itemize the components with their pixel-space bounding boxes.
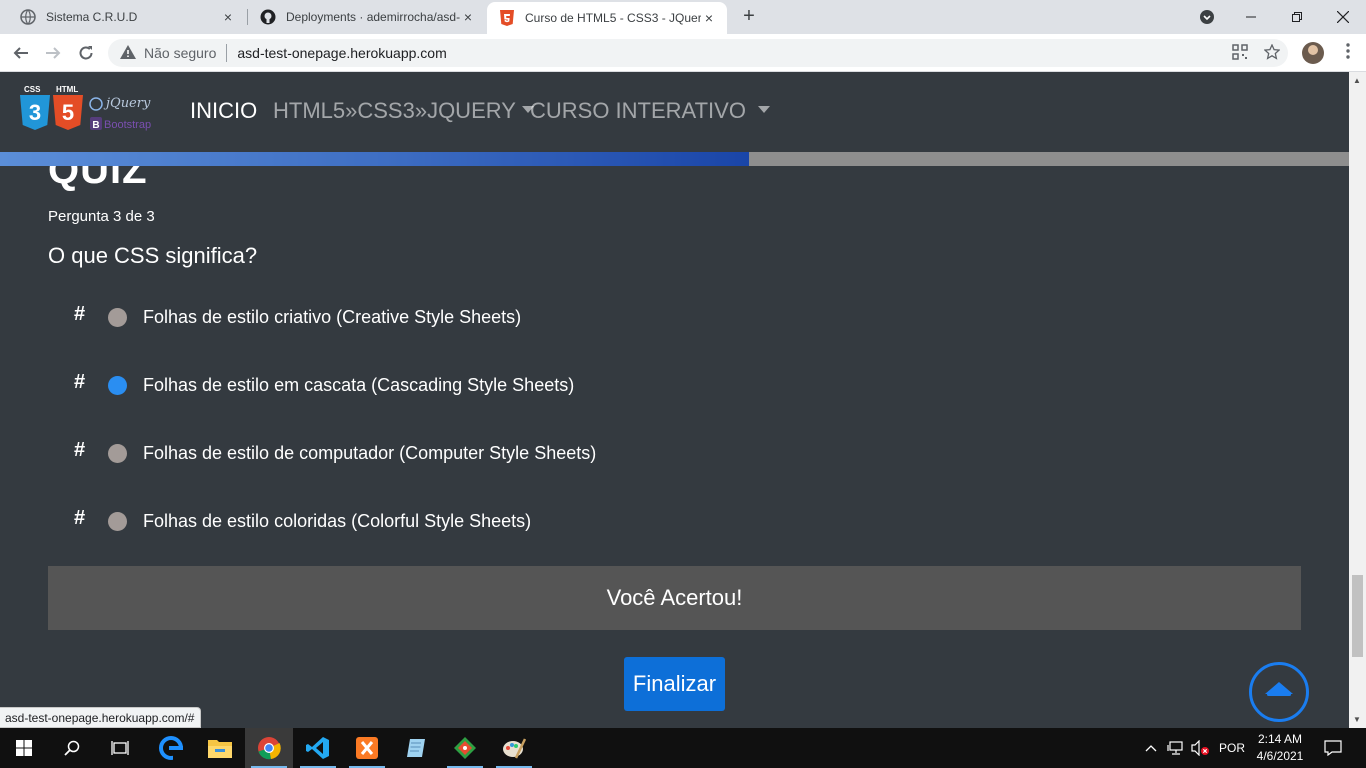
- browser-tab-bar: Sistema C.R.U.D × Deployments · ademirro…: [0, 0, 1366, 34]
- network-icon[interactable]: [1167, 728, 1185, 768]
- answer-option[interactable]: # Folhas de estilo em cascata (Cascading…: [74, 370, 574, 398]
- task-view-icon[interactable]: [96, 728, 144, 768]
- reload-button[interactable]: [75, 42, 97, 64]
- file-explorer-icon[interactable]: [196, 728, 244, 768]
- arrow-up-underline: [1267, 693, 1291, 696]
- system-clock[interactable]: 2:14 AM 4/6/2021: [1252, 731, 1308, 765]
- option-label[interactable]: Folhas de estilo coloridas (Colorful Sty…: [143, 511, 531, 532]
- svg-text:3: 3: [29, 100, 41, 125]
- windows-start-icon[interactable]: [0, 728, 48, 768]
- finish-button[interactable]: Finalizar: [624, 657, 725, 711]
- radio-button-selected[interactable]: [108, 375, 127, 395]
- nav-item-curso-interativo[interactable]: CURSO INTERATIVO: [530, 98, 770, 124]
- answer-option[interactable]: # Folhas de estilo de computador (Comput…: [74, 438, 596, 466]
- status-bar-url: asd-test-onepage.herokuapp.com/#: [0, 707, 202, 728]
- new-tab-button[interactable]: +: [738, 6, 760, 28]
- profile-avatar[interactable]: [1302, 42, 1324, 64]
- option-marker: #: [74, 506, 86, 529]
- bookmark-star-icon[interactable]: [1263, 43, 1281, 62]
- forward-button[interactable]: [42, 42, 64, 64]
- caret-down-icon: [757, 105, 770, 113]
- option-marker: #: [74, 370, 86, 393]
- svg-text:5: 5: [62, 100, 74, 125]
- radio-button[interactable]: [108, 511, 127, 531]
- warning-icon[interactable]: [120, 44, 136, 62]
- radio-button[interactable]: [108, 443, 127, 463]
- tab-sistema-crud[interactable]: Sistema C.R.U.D ×: [8, 0, 246, 34]
- option-label[interactable]: Folhas de estilo criativo (Creative Styl…: [143, 307, 521, 328]
- tab-title: Curso de HTML5 - CSS3 - JQuery: [525, 11, 701, 25]
- edge-icon[interactable]: [147, 728, 195, 768]
- logo-css-text: CSS: [24, 85, 41, 94]
- notification-center-icon[interactable]: [1324, 728, 1342, 768]
- paint-icon[interactable]: [490, 728, 538, 768]
- answer-option[interactable]: # Folhas de estilo criativo (Creative St…: [74, 302, 521, 330]
- option-marker: #: [74, 438, 86, 461]
- web-page: QUIZ CSS HTML 3 5 jQuery B Bootstrap INI…: [0, 72, 1349, 728]
- restore-button[interactable]: [1274, 0, 1320, 34]
- xampp-icon[interactable]: [343, 728, 391, 768]
- back-button[interactable]: [10, 42, 32, 64]
- tab-search-button[interactable]: [1184, 0, 1230, 34]
- vscode-icon[interactable]: [294, 728, 342, 768]
- input-language[interactable]: POR: [1219, 728, 1245, 768]
- logo-html-text: HTML: [56, 85, 78, 94]
- menu-kebab-icon[interactable]: [1338, 43, 1358, 63]
- close-tab-icon[interactable]: ×: [220, 9, 236, 25]
- close-tab-icon[interactable]: ×: [460, 9, 476, 25]
- clock-time: 2:14 AM: [1257, 732, 1303, 746]
- tab-curso-html5[interactable]: Curso de HTML5 - CSS3 - JQuery ×: [487, 2, 727, 34]
- nav-item-label: CURSO INTERATIVO: [530, 98, 746, 123]
- answer-option[interactable]: # Folhas de estilo coloridas (Colorful S…: [74, 506, 531, 534]
- git-icon[interactable]: [441, 728, 489, 768]
- quiz-progress-bar: [0, 152, 1349, 166]
- scroll-up-arrow-icon[interactable]: ▲: [1353, 76, 1361, 85]
- notepad-icon[interactable]: [392, 728, 440, 768]
- search-icon[interactable]: [48, 728, 96, 768]
- scroll-down-arrow-icon[interactable]: ▼: [1353, 715, 1361, 724]
- jquery-swirl-icon: [89, 97, 103, 111]
- address-toolbar: Não seguro asd-test-onepage.herokuapp.co…: [0, 34, 1366, 72]
- radio-button[interactable]: [108, 307, 127, 327]
- question-text: O que CSS significa?: [48, 243, 258, 268]
- option-marker: #: [74, 302, 86, 325]
- svg-text:B: B: [92, 120, 99, 131]
- tab-title: Sistema C.R.U.D: [46, 10, 138, 24]
- site-logo[interactable]: CSS HTML 3 5 jQuery B Bootstrap: [18, 84, 166, 140]
- clock-date: 4/6/2021: [1256, 749, 1304, 763]
- nav-item-label: INICIO: [190, 98, 258, 123]
- question-counter: Pergunta 3 de 3: [48, 208, 155, 225]
- close-window-button[interactable]: [1320, 0, 1366, 34]
- scroll-to-top-button[interactable]: [1249, 662, 1309, 722]
- nav-item-label: HTML5»CSS3»JQUERY: [273, 98, 516, 123]
- security-label[interactable]: Não seguro: [144, 45, 216, 61]
- nav-item-inicio[interactable]: INICIO: [190, 98, 257, 124]
- tab-title: Deployments · ademirrocha/asd-: [286, 10, 460, 24]
- site-navbar: CSS HTML 3 5 jQuery B Bootstrap INICIO H…: [0, 72, 1349, 152]
- nav-item-html5-css3-jquery[interactable]: HTML5»CSS3»JQUERY: [273, 98, 534, 124]
- option-label[interactable]: Folhas de estilo em cascata (Cascading S…: [143, 375, 574, 396]
- html5-icon: [499, 10, 515, 26]
- logo-jquery-text: jQuery: [103, 96, 151, 111]
- qr-code-icon[interactable]: [1231, 44, 1249, 62]
- volume-muted-icon[interactable]: [1191, 728, 1211, 768]
- close-tab-icon[interactable]: ×: [701, 10, 717, 26]
- omnibox[interactable]: Não seguro asd-test-onepage.herokuapp.co…: [108, 39, 1288, 67]
- result-message: Você Acertou!: [48, 566, 1301, 630]
- minimize-button[interactable]: [1228, 0, 1274, 34]
- url-text[interactable]: asd-test-onepage.herokuapp.com: [237, 45, 446, 61]
- scrollbar-thumb[interactable]: [1352, 575, 1363, 657]
- quiz-progress-fill: [0, 152, 749, 166]
- globe-icon: [20, 9, 36, 25]
- windows-taskbar: POR 2:14 AM 4/6/2021: [0, 728, 1366, 768]
- tray-overflow-chevron-icon[interactable]: [1144, 728, 1158, 768]
- github-icon: [260, 9, 276, 25]
- chrome-icon[interactable]: [245, 728, 293, 768]
- logo-bootstrap-text: Bootstrap: [104, 119, 151, 131]
- page-scrollbar[interactable]: ▲ ▼: [1349, 72, 1366, 728]
- tab-deployments[interactable]: Deployments · ademirrocha/asd- ×: [248, 0, 486, 34]
- omnibox-divider: [226, 44, 228, 62]
- option-label[interactable]: Folhas de estilo de computador (Computer…: [143, 443, 596, 464]
